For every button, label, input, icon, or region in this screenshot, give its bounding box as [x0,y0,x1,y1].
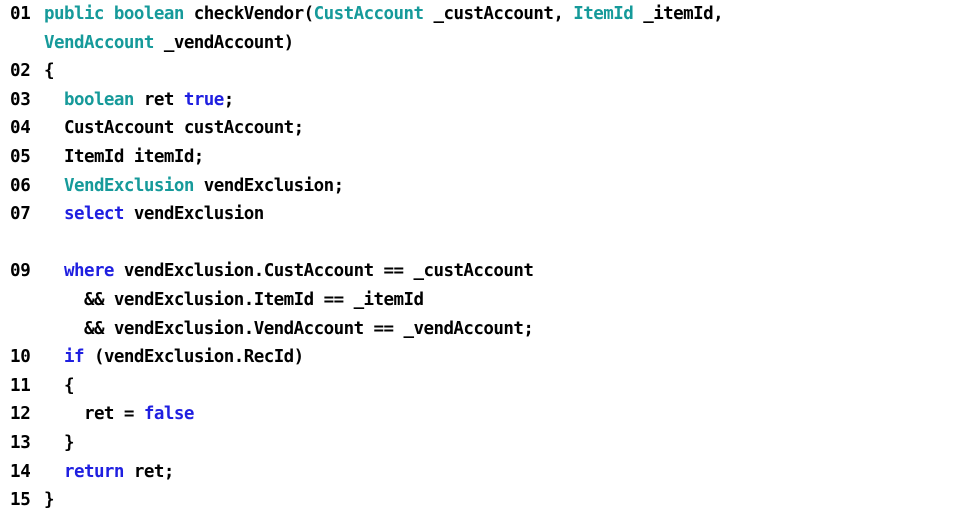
line-number: 05 [10,146,31,167]
code-token-plain: checkVendor( [193,4,314,24]
line-number: 13 [10,432,31,453]
code-line: 01 public boolean checkVendor(CustAccount… [0,0,954,29]
code-line-text: { [44,57,954,86]
code-rows-container: 01 public boolean checkVendor(CustAccount… [0,0,954,515]
code-token-plain: ret [133,89,184,110]
code-line: 04 CustAccount custAccount; [0,114,954,143]
code-token-type: VendAccount [44,32,154,53]
code-line: 05 ItemId itemId; [0,143,954,172]
line-number: 14 [10,461,31,482]
code-token-plain: vendExclusion.CustAccount == _custAccoun… [113,261,534,282]
line-number: 07 [10,204,31,225]
code-token-plain: ret; [123,461,175,482]
code-line: 06 VendExclusion vendExclusion; [0,172,954,201]
line-number: 12 [10,404,31,425]
code-line-text: VendAccount _vendAccount) [44,29,954,58]
code-line-text: where vendExclusion.CustAccount == _cust… [44,257,954,286]
code-line: && vendExclusion.ItemId == _itemId [0,286,954,315]
code-line-text: boolean ret true; [44,86,954,115]
code-token-keyword: where [63,261,114,282]
code-line: 10 if (vendExclusion.RecId) [0,343,954,372]
code-line-text: ret = false [44,400,954,429]
code-line: 14 return ret; [0,458,954,487]
code-token-type: ItemId [573,4,634,24]
code-line: 13 } [0,429,954,458]
line-number: 06 [10,175,31,196]
line-number: 10 [10,347,31,368]
code-token-plain: ; [223,89,235,110]
code-token-keyword: true [183,89,225,110]
code-token-type: public boolean [44,4,194,24]
code-token-plain: && vendExclusion.VendAccount == _vendAcc… [83,318,534,339]
code-token-plain: CustAccount custAccount; [63,118,304,139]
code-token-plain: } [63,432,75,453]
code-token-type: boolean [63,89,134,110]
code-listing: 01 public boolean checkVendor(CustAccount… [0,0,954,523]
code-line: 15} [0,486,954,515]
code-line-text: ItemId itemId; [44,143,954,172]
code-line: 03 boolean ret true; [0,86,954,115]
code-line-text: select vendExclusion [44,200,954,229]
line-number: 15 [10,490,31,511]
code-line-text: public boolean checkVendor(CustAccount _… [44,0,954,29]
code-line: VendAccount _vendAccount) [0,29,954,58]
line-number: 04 [10,118,31,139]
code-token-type: CustAccount [313,4,424,24]
line-number: 01 [10,4,31,24]
code-token-plain: _custAccount, [423,4,574,24]
code-line: && vendExclusion.VendAccount == _vendAcc… [0,315,954,344]
code-token-keyword: false [143,404,194,425]
code-line-text: return ret; [44,458,954,487]
code-token-keyword: select [63,204,124,225]
code-line: 02 { [0,57,954,86]
code-token-plain: { [44,61,55,82]
code-token-plain: ItemId itemId; [63,146,204,167]
code-token-plain: ret = [83,404,144,425]
line-number: 03 [10,89,31,110]
code-token-type: VendExclusion [63,175,194,196]
code-token-keyword: if [63,347,85,368]
code-line: 09 where vendExclusion.CustAccount == _c… [0,257,954,286]
code-line-text: } [44,429,954,458]
code-line-text: && vendExclusion.ItemId == _itemId [44,286,954,315]
code-token-keyword: return [63,461,124,482]
code-token-plain: { [63,375,75,396]
code-line-text: && vendExclusion.VendAccount == _vendAcc… [44,315,954,344]
code-line-text: { [44,372,954,401]
code-token-plain: vendExclusion; [193,175,344,196]
code-line: 11 { [0,372,954,401]
code-line: 12 ret = false [0,400,954,429]
code-token-plain: } [44,490,55,511]
line-number: 09 [10,261,31,282]
code-line-text: CustAccount custAccount; [44,114,954,143]
line-number: 02 [10,61,31,82]
code-token-plain: (vendExclusion.RecId) [83,347,304,368]
line-number: 11 [10,375,31,396]
code-line-text: VendExclusion vendExclusion; [44,172,954,201]
code-token-plain: _vendAccount) [153,32,294,53]
code-line-text: if (vendExclusion.RecId) [44,343,954,372]
code-token-plain: && vendExclusion.ItemId == _itemId [83,289,424,310]
code-line: 07 select vendExclusion [0,200,954,229]
code-line-text: } [44,486,954,515]
code-token-plain: _itemId, [633,4,724,24]
code-token-plain: vendExclusion [123,204,264,225]
